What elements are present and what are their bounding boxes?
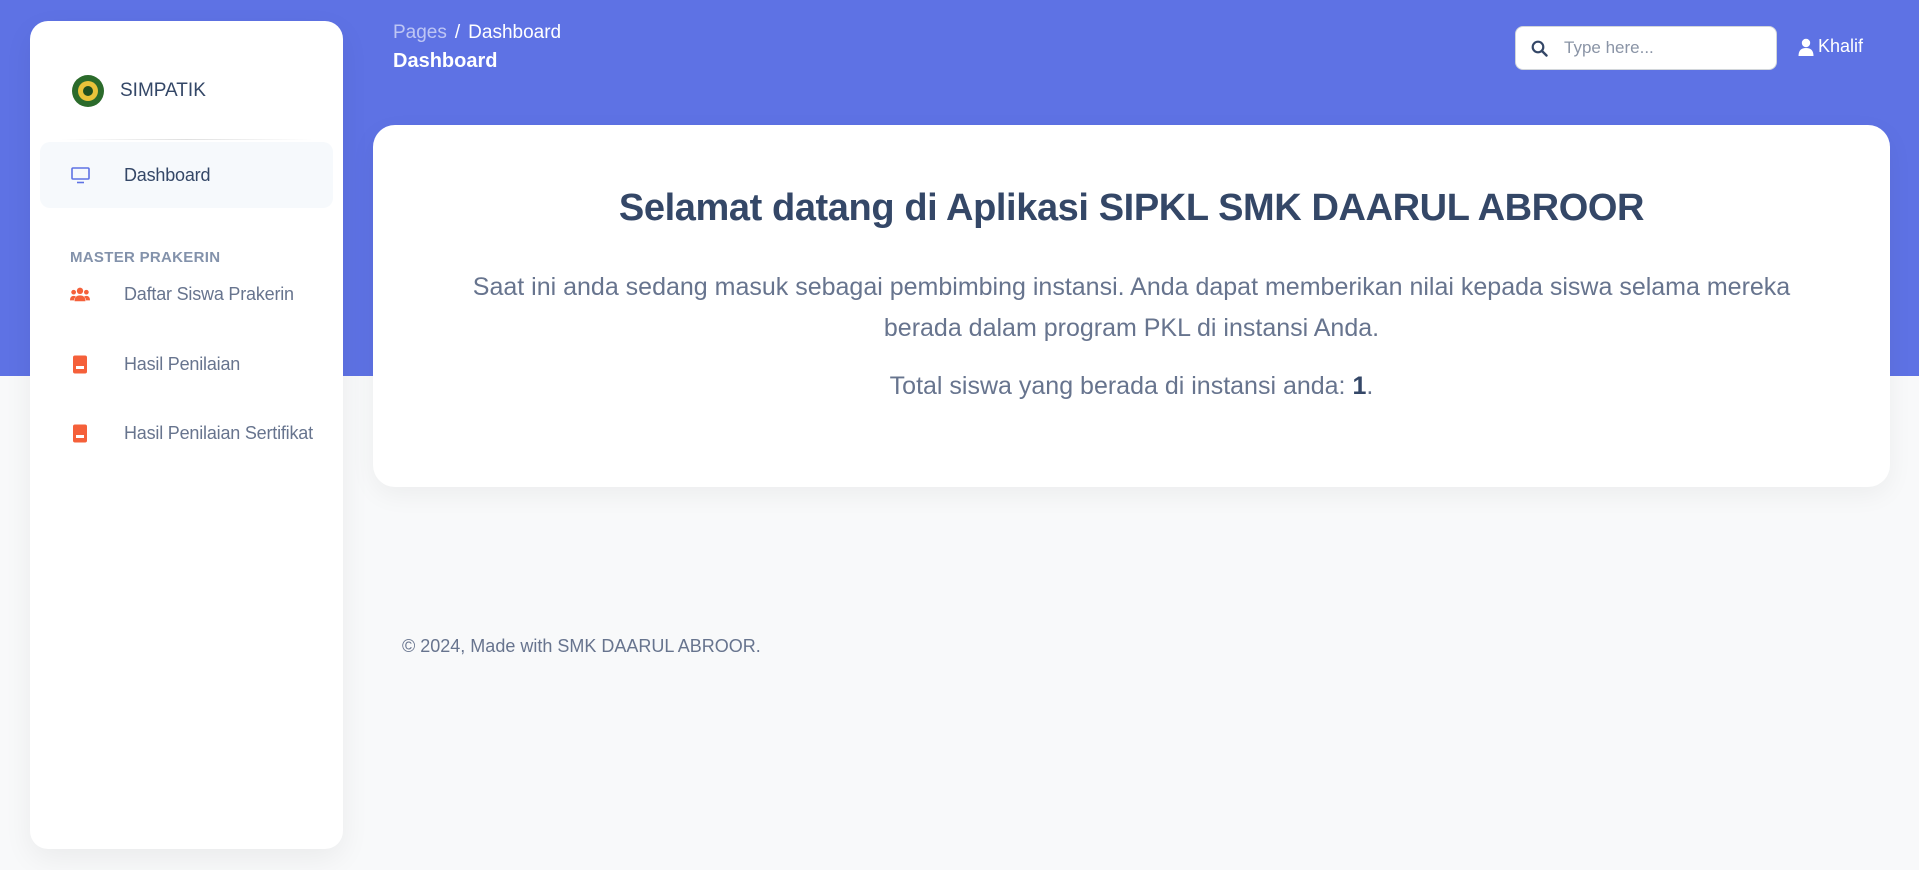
sidebar-item-daftar-siswa[interactable]: Daftar Siswa Prakerin <box>40 261 333 327</box>
welcome-heading: Selamat datang di Aplikasi SIPKL SMK DAA… <box>618 187 1645 229</box>
sidebar: SIMPATIK Dashboard MASTER PRAKERIN Dafta… <box>30 21 343 849</box>
breadcrumb: Pages / Dashboard <box>393 22 561 44</box>
welcome-description: Saat ini anda sedang masuk sebagai pembi… <box>472 273 1791 342</box>
sidebar-item-dashboard[interactable]: Dashboard <box>40 142 333 208</box>
monitor-icon <box>70 165 90 185</box>
school-logo <box>72 75 104 107</box>
student-total-value: 1 <box>1352 372 1367 400</box>
search-icon <box>1516 40 1562 57</box>
sidebar-item-label: Hasil Penilaian Sertifikat <box>124 422 313 443</box>
breadcrumb-pages-link[interactable]: Pages <box>393 22 447 43</box>
search-box <box>1515 26 1777 70</box>
sidebar-item-label: Dashboard <box>124 164 211 185</box>
brand-link[interactable]: SIMPATIK <box>72 51 206 131</box>
search-input[interactable] <box>1562 37 1766 59</box>
student-total-label: Total siswa yang berada di instansi anda… <box>889 372 1353 400</box>
user-name: Khalif <box>1818 36 1864 56</box>
sidebar-item-label: Daftar Siswa Prakerin <box>124 283 294 304</box>
users-icon <box>70 284 90 304</box>
sidebar-divider <box>60 139 313 140</box>
student-total: Total siswa yang berada di instansi anda… <box>373 372 1890 401</box>
book-icon <box>70 423 90 443</box>
page-title: Dashboard <box>393 50 498 72</box>
breadcrumb-current: Dashboard <box>468 22 562 43</box>
welcome-card: Selamat datang di Aplikasi SIPKL SMK DAA… <box>373 125 1890 487</box>
student-total-suffix: . <box>1366 372 1374 400</box>
breadcrumb-separator: / <box>454 22 461 43</box>
sidebar-item-hasil-penilaian-sertifikat[interactable]: Hasil Penilaian Sertifikat <box>40 400 333 466</box>
brand-name: SIMPATIK <box>120 80 206 101</box>
book-icon <box>70 354 90 374</box>
user-icon <box>1798 38 1814 56</box>
sidebar-item-label: Hasil Penilaian <box>124 353 241 374</box>
user-menu[interactable]: Khalif <box>1798 36 1863 57</box>
footer-copyright: © 2024, Made with SMK DAARUL ABROOR. <box>402 636 761 656</box>
sidebar-item-hasil-penilaian[interactable]: Hasil Penilaian <box>40 331 333 397</box>
